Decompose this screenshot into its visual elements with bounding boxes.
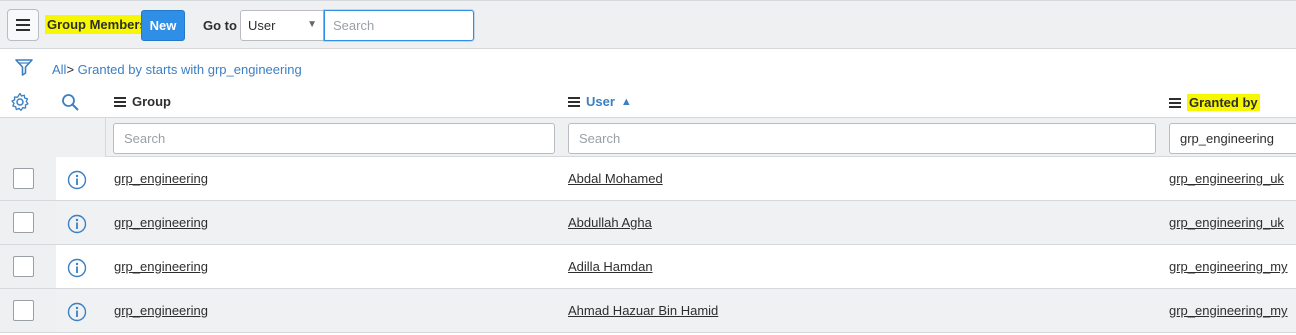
info-icon[interactable] bbox=[67, 302, 87, 325]
row-checkbox[interactable] bbox=[13, 256, 34, 277]
table-row: grp_engineering Ahmad Hazuar Bin Hamid grp… bbox=[0, 289, 1296, 333]
granted-by-cell-link[interactable]: grp_engineering_my bbox=[1169, 303, 1288, 318]
group-cell-link[interactable]: grp_engineering bbox=[114, 259, 208, 274]
row-checkbox[interactable] bbox=[13, 168, 34, 189]
breadcrumb-separator: > bbox=[66, 62, 75, 77]
column-menu-icon[interactable] bbox=[1169, 97, 1181, 108]
hamburger-icon bbox=[16, 19, 30, 31]
info-icon[interactable] bbox=[67, 258, 87, 281]
column-menu-icon[interactable] bbox=[568, 96, 580, 107]
user-cell-link[interactable]: Abdullah Agha bbox=[568, 215, 652, 230]
group-cell-link[interactable]: grp_engineering bbox=[114, 171, 208, 186]
dropdown-caret-icon: ▼ bbox=[307, 19, 317, 30]
row-select-cell bbox=[0, 289, 56, 332]
column-header-granted-by[interactable]: Granted by bbox=[1169, 94, 1260, 111]
goto-label: Go to bbox=[203, 18, 237, 33]
table-row: grp_engineering Abdal Mohamed grp_engineer… bbox=[0, 157, 1296, 201]
breadcrumb: All> Granted by starts with grp_engineer… bbox=[52, 62, 302, 77]
column-header-group[interactable]: Group bbox=[114, 94, 171, 109]
row-checkbox[interactable] bbox=[13, 300, 34, 321]
column-filter-row bbox=[0, 117, 1296, 157]
user-cell-link[interactable]: Ahmad Hazuar Bin Hamid bbox=[568, 303, 718, 318]
new-button[interactable]: New bbox=[141, 10, 185, 41]
table-row: grp_engineering Adilla Hamdan grp_engineer… bbox=[0, 245, 1296, 289]
context-menu-button[interactable] bbox=[7, 9, 39, 41]
filter-icon[interactable] bbox=[14, 57, 34, 80]
filter-row-spacer bbox=[0, 118, 106, 157]
column-header-label: Group bbox=[132, 94, 171, 109]
row-checkbox[interactable] bbox=[13, 212, 34, 233]
column-menu-icon[interactable] bbox=[114, 96, 126, 107]
sort-ascending-icon: ▲ bbox=[620, 95, 632, 108]
column-header-label: User bbox=[586, 94, 615, 109]
column-search-icon[interactable] bbox=[61, 93, 79, 114]
list-settings-gear-icon[interactable] bbox=[10, 92, 30, 115]
granted-by-cell-link[interactable]: grp_engineering_my bbox=[1169, 259, 1288, 274]
user-filter-input[interactable] bbox=[568, 123, 1156, 154]
table-row: grp_engineering Abdullah Agha grp_engineer… bbox=[0, 201, 1296, 245]
granted-by-cell-link[interactable]: grp_engineering_uk bbox=[1169, 215, 1284, 230]
column-header-user[interactable]: User ▲ bbox=[568, 94, 632, 109]
granted-by-cell-link[interactable]: grp_engineering_uk bbox=[1169, 171, 1284, 186]
group-filter-input[interactable] bbox=[113, 123, 555, 154]
user-cell-link[interactable]: Abdal Mohamed bbox=[568, 171, 663, 186]
breadcrumb-all-link[interactable]: All bbox=[52, 62, 66, 77]
row-select-cell bbox=[0, 157, 56, 200]
list-search-input[interactable] bbox=[324, 10, 474, 41]
goto-field-select[interactable]: User ▼ bbox=[240, 10, 324, 41]
group-cell-link[interactable]: grp_engineering bbox=[114, 215, 208, 230]
page-title: Group Members bbox=[45, 15, 149, 34]
user-cell-link[interactable]: Adilla Hamdan bbox=[568, 259, 653, 274]
breadcrumb-condition-link[interactable]: Granted by starts with grp_engineering bbox=[78, 62, 302, 77]
row-select-cell bbox=[0, 245, 56, 288]
granted-by-filter-input[interactable] bbox=[1169, 123, 1296, 154]
info-icon[interactable] bbox=[67, 214, 87, 237]
list-header: Group Members New Go to User ▼ bbox=[0, 0, 1296, 49]
column-header-label: Granted by bbox=[1187, 94, 1260, 111]
group-cell-link[interactable]: grp_engineering bbox=[114, 303, 208, 318]
goto-selected-value: User bbox=[248, 18, 276, 33]
row-select-cell bbox=[0, 201, 56, 244]
info-icon[interactable] bbox=[67, 170, 87, 193]
